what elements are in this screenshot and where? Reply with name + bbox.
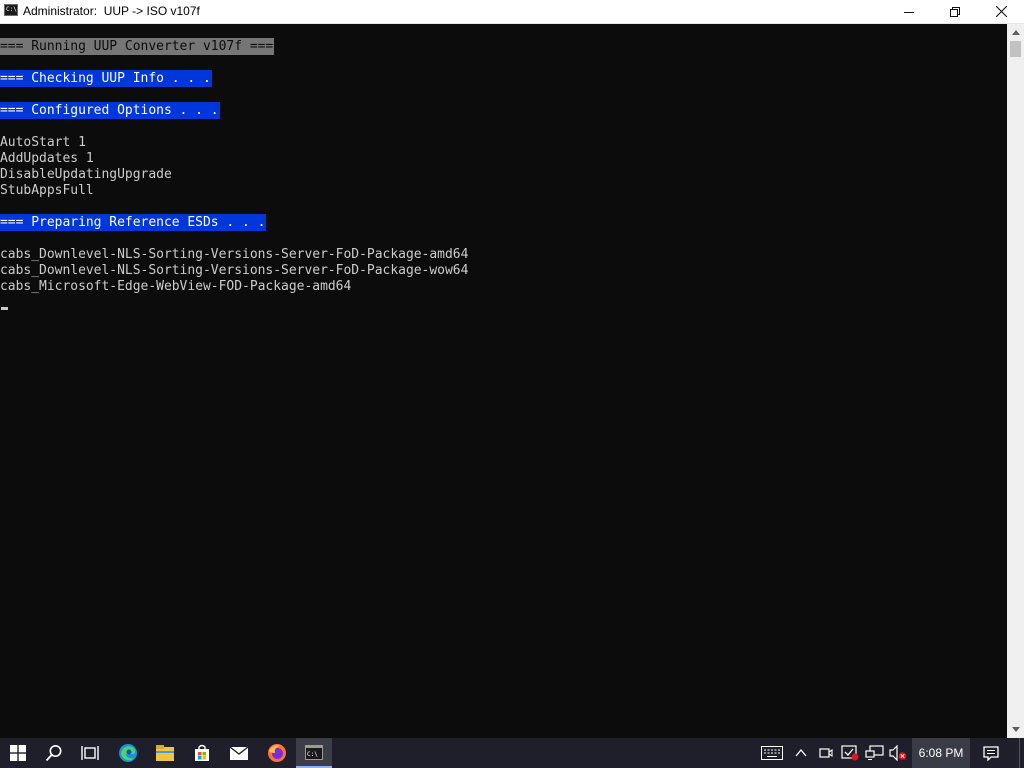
chevron-up-icon — [1011, 30, 1020, 35]
option-line: DisableUpdatingUpgrade — [0, 167, 172, 182]
option-line: AddUpdates 1 — [0, 151, 94, 166]
taskbar-edge[interactable] — [110, 738, 146, 768]
store-icon — [195, 744, 209, 761]
checking-header: === Checking UUP Info . . . — [0, 70, 212, 87]
running-header: === Running UUP Converter v107f === — [0, 38, 275, 55]
minimize-icon — [904, 11, 914, 13]
restore-button[interactable] — [932, 0, 978, 23]
close-button[interactable] — [978, 0, 1024, 23]
windows-security-button[interactable] — [840, 745, 860, 761]
search-icon — [45, 745, 62, 762]
scroll-up-button[interactable] — [1007, 24, 1024, 41]
search-button[interactable] — [36, 738, 72, 768]
mail-icon — [229, 746, 249, 760]
start-button[interactable] — [0, 738, 36, 768]
scroll-down-button[interactable] — [1007, 721, 1024, 738]
meet-now-icon — [819, 748, 833, 758]
cmd-icon: C:\ — [4, 4, 18, 16]
console-line: === Checking UUP Info . . . — [0, 70, 212, 87]
clock-time: 6:08 PM — [918, 746, 964, 760]
edge-icon — [119, 744, 137, 762]
option-line: StubAppsFull — [0, 183, 94, 198]
volume-button[interactable] — [888, 745, 908, 761]
touch-keyboard-button[interactable] — [760, 745, 784, 761]
taskbar-file-explorer[interactable] — [147, 738, 183, 768]
taskbar-command-prompt[interactable]: C:\ — [296, 738, 332, 768]
close-icon — [995, 6, 1007, 17]
console-line: === Preparing Reference ESDs . . . — [0, 214, 267, 231]
show-desktop-button[interactable] — [1019, 738, 1024, 768]
package-line: cabs_Microsoft-Edge-WebView-FOD-Package-… — [0, 279, 352, 294]
chevron-up-icon — [795, 749, 807, 757]
package-line: cabs_Downlevel-NLS-Sorting-Versions-Serv… — [0, 247, 469, 262]
command-prompt-icon: C:\ — [305, 744, 323, 760]
minimize-button[interactable] — [886, 0, 932, 23]
maximize-icon — [950, 6, 960, 17]
network-button[interactable] — [864, 745, 886, 761]
scroll-thumb[interactable] — [1010, 41, 1021, 57]
defender-icon — [841, 745, 859, 761]
taskbar-firefox[interactable] — [259, 738, 295, 768]
console-output[interactable]: === Running UUP Converter v107f === === … — [0, 24, 1007, 738]
configured-header: === Configured Options . . . — [0, 102, 220, 119]
preparing-header: === Preparing Reference ESDs . . . — [0, 214, 267, 231]
meet-now-button[interactable] — [817, 745, 835, 761]
show-hidden-icons-button[interactable] — [792, 745, 810, 761]
volume-muted-icon — [889, 745, 907, 761]
vertical-scrollbar[interactable] — [1007, 24, 1024, 738]
taskbar-clock[interactable]: 6:08 PM — [912, 738, 970, 768]
notification-icon — [983, 745, 999, 761]
task-view-button[interactable] — [72, 738, 108, 768]
file-explorer-icon — [156, 745, 174, 761]
action-center-button[interactable] — [976, 738, 1006, 768]
svg-text:C:\: C:\ — [307, 751, 318, 758]
window-title: Administrator: UUP -> ISO v107f — [23, 4, 200, 18]
network-icon — [865, 745, 884, 760]
title-bar[interactable]: C:\ Administrator: UUP -> ISO v107f — [0, 0, 1024, 24]
console-line: === Configured Options . . . — [0, 102, 220, 119]
keyboard-icon — [761, 746, 783, 760]
console-line: === Running UUP Converter v107f === — [0, 38, 275, 55]
taskbar: C:\ 6:08 PM — [0, 738, 1024, 768]
windows-start-icon — [10, 745, 26, 761]
package-line: cabs_Downlevel-NLS-Sorting-Versions-Serv… — [0, 263, 469, 278]
text-cursor — [1, 307, 8, 310]
chevron-down-icon — [1011, 727, 1020, 732]
firefox-icon — [268, 744, 286, 762]
task-view-icon — [81, 746, 99, 760]
taskbar-store[interactable] — [184, 738, 220, 768]
taskbar-mail[interactable] — [221, 738, 257, 768]
option-line: AutoStart 1 — [0, 135, 86, 150]
